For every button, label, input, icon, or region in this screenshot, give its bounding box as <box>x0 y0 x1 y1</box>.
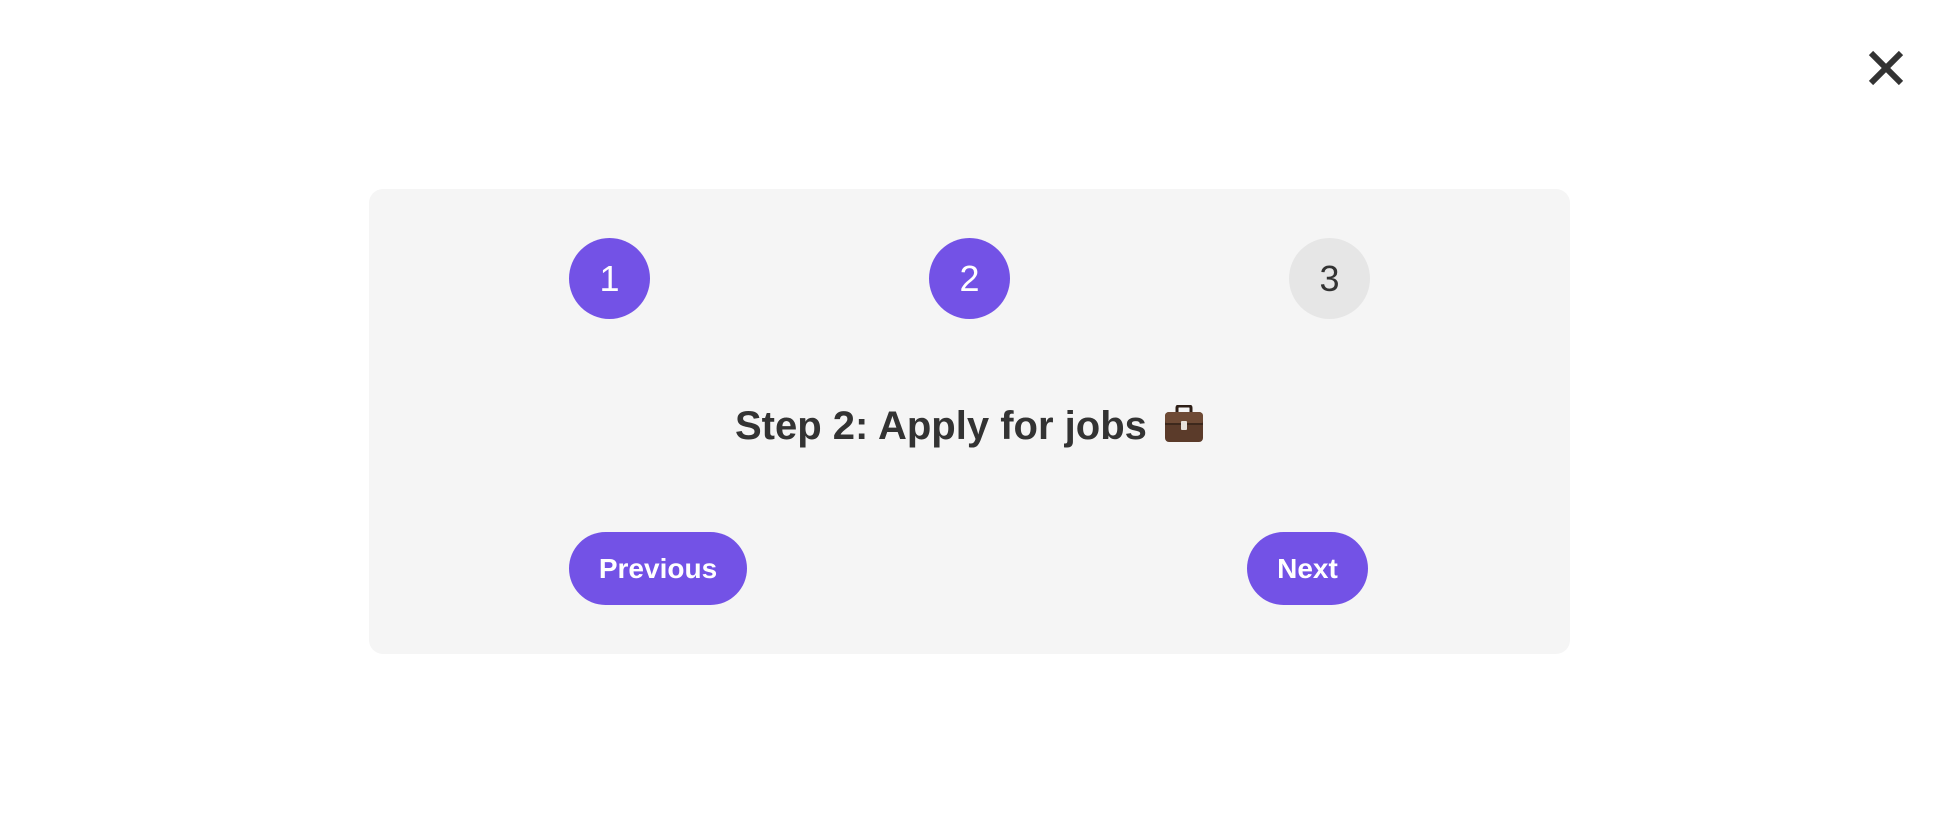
step-number: 2 <box>959 257 980 299</box>
close-icon <box>1868 50 1904 86</box>
close-button[interactable] <box>1864 46 1908 90</box>
step-title-text: Step 2: Apply for jobs <box>735 404 1147 448</box>
step-number: 3 <box>1319 257 1340 299</box>
step-indicator-2: 2 <box>929 238 1010 319</box>
previous-button[interactable]: Previous <box>569 532 747 605</box>
next-button[interactable]: Next <box>1247 532 1368 605</box>
step-indicator-1: 1 <box>569 238 650 319</box>
step-title: Step 2: Apply for jobs <box>369 402 1570 450</box>
wizard-card: 1 2 3 Step 2: Apply for jobs Previous Ne… <box>369 189 1570 654</box>
step-indicator-3: 3 <box>1289 238 1370 319</box>
step-number: 1 <box>599 257 620 299</box>
briefcase-icon <box>1164 404 1204 443</box>
